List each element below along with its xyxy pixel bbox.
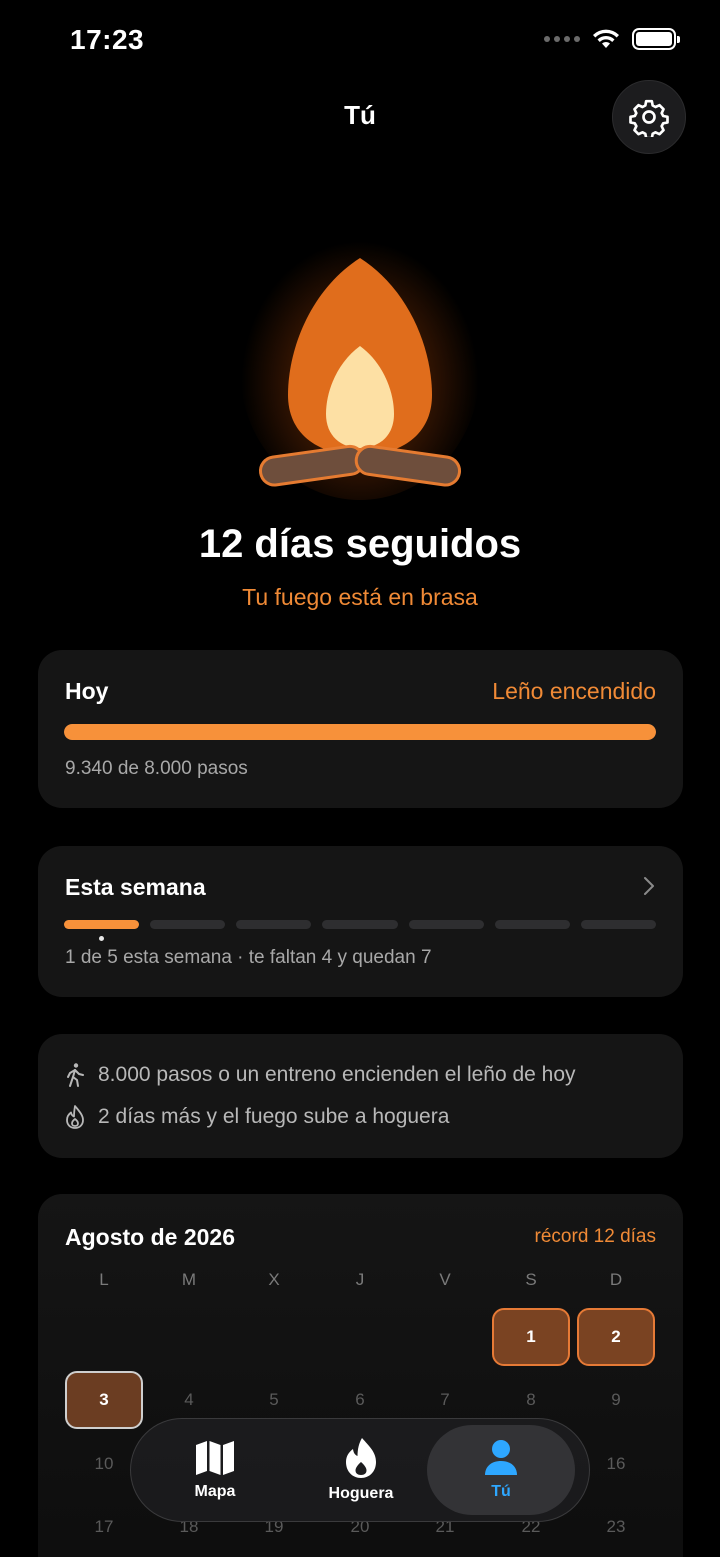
calendar-day-lit[interactable]: 1 <box>492 1308 570 1366</box>
calendar-day-today[interactable]: 3 <box>65 1371 143 1429</box>
streak-subtitle: Tu fuego está en brasa <box>242 584 478 610</box>
tab-bar: Mapa Hoguera Tú <box>130 1418 590 1522</box>
tab-map[interactable]: Mapa <box>141 1425 289 1515</box>
week-summary: 1 de 5 esta semana · te faltan 4 y queda… <box>65 947 432 968</box>
weekday-label: S <box>525 1270 537 1289</box>
flame-icon <box>346 1438 376 1478</box>
person-icon <box>485 1440 517 1475</box>
today-steps: 9.340 de 8.000 pasos <box>65 758 248 779</box>
week-segment <box>150 920 226 929</box>
campfire-icon <box>258 258 462 487</box>
weekday-label: J <box>355 1270 365 1289</box>
tip-item: 2 días más y el fuego sube a hoguera <box>64 1104 449 1130</box>
week-segment <box>494 920 570 929</box>
today-card: Hoy Leño encendido 9.340 de 8.000 pasos <box>38 650 683 808</box>
map-icon <box>196 1441 234 1475</box>
campfire-illustration <box>160 180 560 520</box>
tips-card: 8.000 pasos o un entreno encienden el le… <box>38 1034 683 1158</box>
steps-progress-bar <box>64 724 656 740</box>
calendar-day-lit[interactable]: 2 <box>577 1308 655 1366</box>
status-indicators <box>544 28 680 50</box>
today-label: Hoy <box>65 678 109 704</box>
calendar-day[interactable]: 9 <box>577 1371 655 1429</box>
weekday-label: D <box>609 1270 623 1289</box>
week-card[interactable]: Esta semana 1 de 5 esta semana · te falt… <box>38 846 683 997</box>
tab-hoguera[interactable]: Hoguera <box>287 1425 435 1515</box>
walking-icon <box>67 1063 84 1087</box>
tab-label: Mapa <box>194 1483 236 1500</box>
status-time: 17:23 <box>70 24 145 55</box>
steps-progress-fill <box>64 724 656 740</box>
weekday-label: M <box>181 1270 197 1289</box>
streak-title: 12 días seguidos <box>198 522 522 566</box>
tip-text: 8.000 pasos o un entreno encienden el le… <box>98 1063 576 1086</box>
cellular-signal-icon <box>544 36 580 42</box>
battery-icon <box>632 28 680 50</box>
flame-outline-icon <box>66 1105 84 1129</box>
wifi-icon <box>593 29 619 48</box>
week-segment <box>236 920 312 929</box>
gear-icon <box>629 99 669 137</box>
week-label: Esta semana <box>65 874 206 900</box>
tab-label: Tú <box>491 1483 511 1500</box>
week-segment <box>322 920 398 929</box>
weekday-label: L <box>99 1270 109 1289</box>
week-segment <box>580 920 656 929</box>
week-segment <box>64 920 140 929</box>
calendar-day[interactable]: 17 <box>65 1498 143 1556</box>
chevron-right-icon <box>644 877 654 895</box>
weekday-label: X <box>268 1270 280 1289</box>
settings-button[interactable] <box>612 80 686 154</box>
week-segment <box>408 920 484 929</box>
tip-item: 8.000 pasos o un entreno encienden el le… <box>64 1062 576 1088</box>
calendar-record: récord 12 días <box>534 1226 656 1247</box>
today-marker <box>99 936 104 941</box>
tip-text: 2 días más y el fuego sube a hoguera <box>98 1105 450 1128</box>
week-progress-segments <box>64 920 656 929</box>
tab-you[interactable]: Tú <box>427 1425 575 1515</box>
tab-label: Hoguera <box>328 1485 394 1502</box>
calendar-day[interactable]: 23 <box>577 1498 655 1556</box>
weekday-label: V <box>439 1270 451 1289</box>
today-status: Leño encendido <box>492 678 656 704</box>
calendar-month: Agosto de 2026 <box>65 1224 235 1250</box>
